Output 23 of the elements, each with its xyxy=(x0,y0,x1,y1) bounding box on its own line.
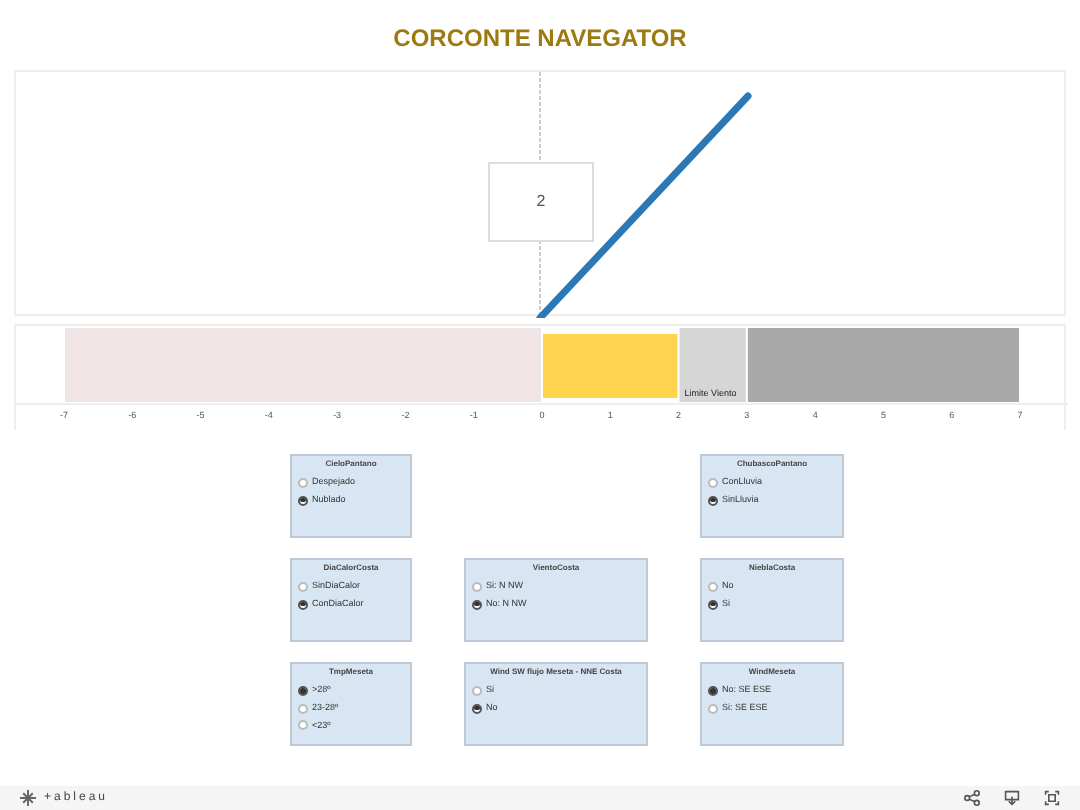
radio-button[interactable] xyxy=(298,477,308,488)
download-icon[interactable] xyxy=(1004,790,1020,806)
radio-button[interactable] xyxy=(708,685,718,696)
radio-button[interactable] xyxy=(298,495,308,506)
radio-button[interactable] xyxy=(708,495,718,506)
radio-button[interactable] xyxy=(708,581,718,592)
radio-button[interactable] xyxy=(708,599,718,610)
logo-icon xyxy=(20,790,36,806)
radio-button[interactable] xyxy=(298,703,308,714)
radio-button[interactable] xyxy=(472,685,482,696)
radio-button[interactable] xyxy=(298,581,308,592)
share-icon[interactable] xyxy=(964,790,980,806)
radio-button[interactable] xyxy=(298,599,308,610)
value-label: 2 xyxy=(488,162,594,242)
radio-button[interactable] xyxy=(472,581,482,592)
radio-button[interactable] xyxy=(298,720,308,731)
radio-button[interactable] xyxy=(708,477,718,488)
radio-button[interactable] xyxy=(472,599,482,610)
fullscreen-icon[interactable] xyxy=(1044,790,1060,806)
radio-button[interactable] xyxy=(472,703,482,714)
radio-button[interactable] xyxy=(298,685,308,696)
radio-button[interactable] xyxy=(708,703,718,714)
dashboard-title: CORCONTE NAVEGATOR xyxy=(391,22,689,56)
